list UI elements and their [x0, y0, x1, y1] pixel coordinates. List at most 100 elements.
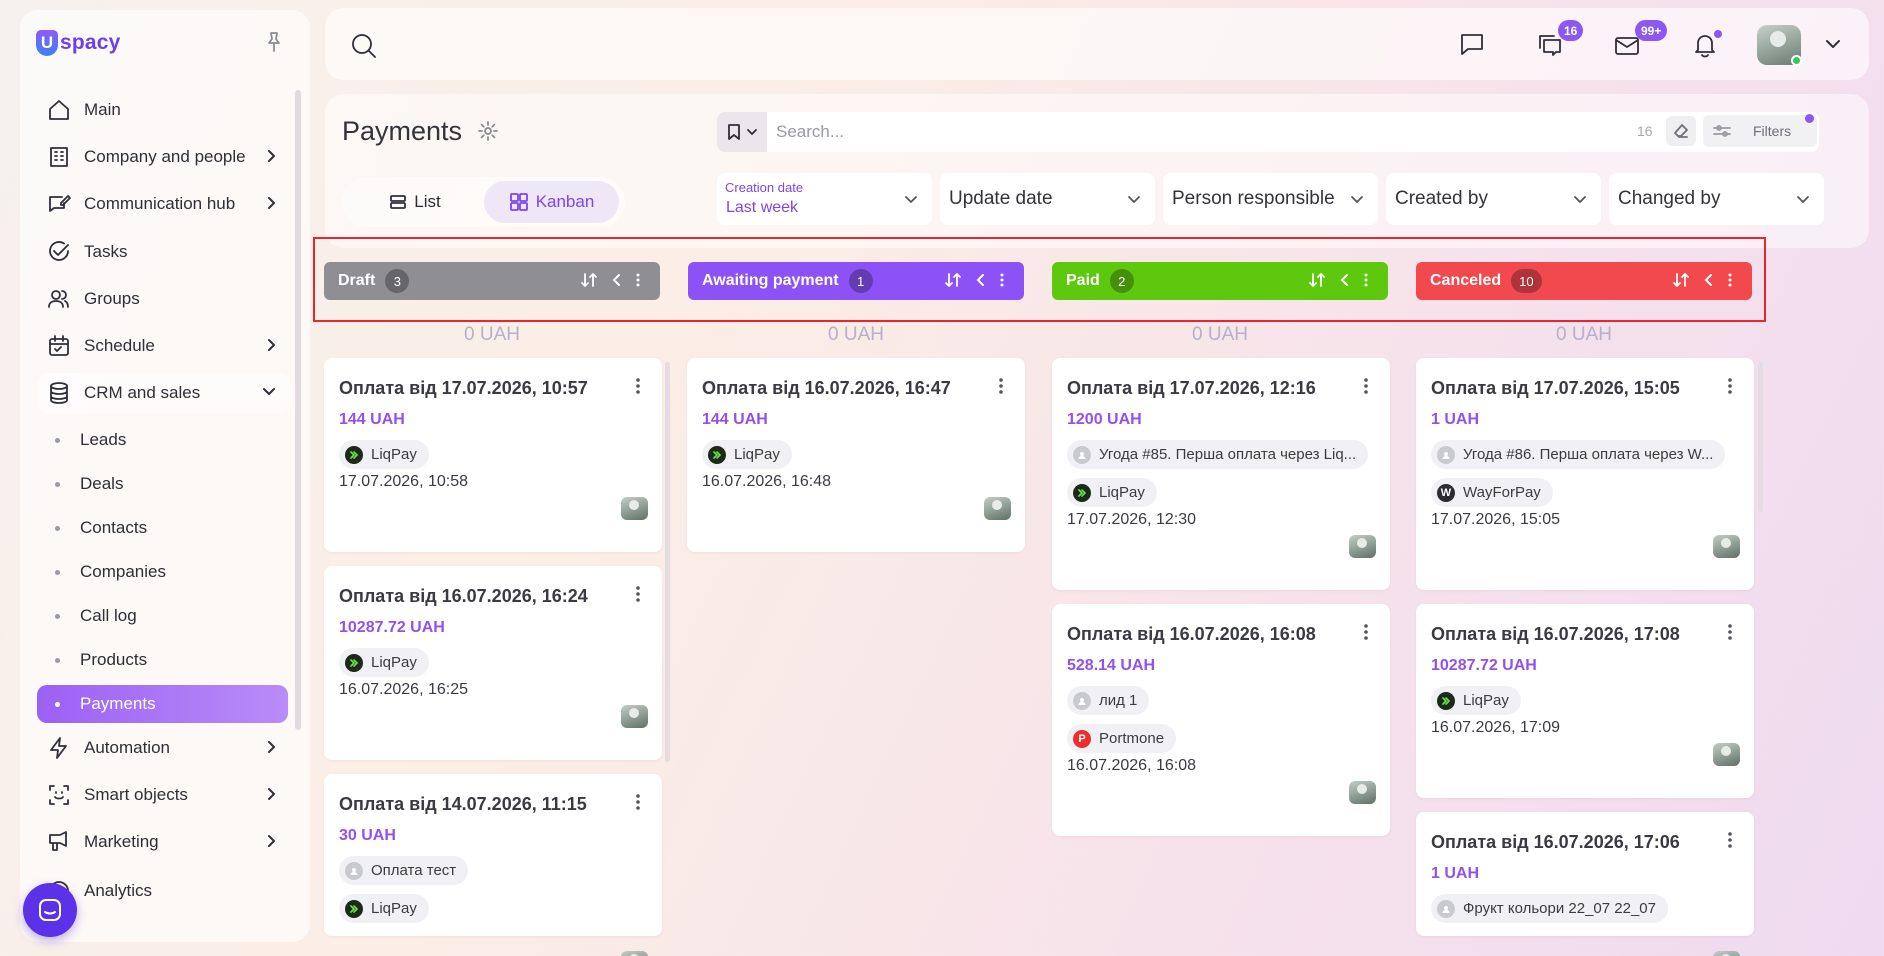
card-chip[interactable]: LiqPay [339, 440, 429, 469]
highlight-box [313, 237, 1766, 322]
chip-label: LiqPay [371, 654, 417, 671]
gear-icon[interactable] [477, 120, 499, 142]
support-chat-button[interactable] [23, 883, 77, 937]
pin-icon[interactable] [264, 31, 284, 53]
created-by-filter[interactable]: Created by [1386, 173, 1601, 225]
sidebar-subitem-label: Contacts [80, 518, 148, 537]
sliders-icon [1713, 125, 1731, 137]
sidebar-item-smart-objects[interactable]: Smart objects [38, 775, 290, 815]
assignee-avatar[interactable] [1349, 781, 1376, 804]
calendar-icon [44, 331, 74, 361]
sidebar-subitem-leads[interactable]: Leads [37, 421, 288, 459]
card-chip[interactable]: Угода #86. Перша оплата через W... [1431, 440, 1726, 469]
sidebar-item-label: Company and people [84, 147, 246, 166]
sidebar-subitem-contacts[interactable]: Contacts [37, 509, 288, 547]
column-scrollbar[interactable] [1758, 362, 1763, 512]
chevron-down-icon[interactable] [1825, 38, 1841, 50]
card-title: Оплата від 17.07.2026, 10:57 [339, 378, 588, 398]
payment-card[interactable]: Оплата від 16.07.2026, 16:47 144 UAH LiqPa… [687, 358, 1025, 552]
card-chip[interactable]: LiqPay [1067, 478, 1157, 507]
sidebar-item-main[interactable]: Main [38, 90, 290, 130]
card-amount: 30 UAH [339, 827, 396, 844]
more-vertical-icon[interactable] [636, 586, 640, 602]
sidebar-subitem-payments[interactable]: Payments [37, 685, 288, 723]
changed-by-filter[interactable]: Changed by [1609, 173, 1824, 225]
more-vertical-icon[interactable] [636, 794, 640, 810]
sidebar-subitem-products[interactable]: Products [37, 641, 288, 679]
contact-icon [1437, 899, 1455, 918]
update-date-filter[interactable]: Update date [940, 173, 1155, 225]
search-icon[interactable] [350, 32, 378, 60]
assignee-avatar[interactable] [1713, 743, 1740, 766]
search-input[interactable] [767, 112, 1819, 152]
sidebar-item-communication[interactable]: Communication hub [38, 184, 290, 224]
card-chip[interactable]: Фрукт кольори 22_07 22_07 [1431, 894, 1668, 923]
card-chip[interactable]: W WayForPay [1431, 478, 1553, 507]
sidebar-item-groups[interactable]: Groups [38, 279, 290, 319]
creation-date-filter[interactable]: Creation date Last week [717, 173, 932, 225]
payment-card[interactable]: Оплата від 17.07.2026, 10:57 144 UAH LiqPa… [324, 358, 662, 552]
uspacy-logo[interactable]: U spacy [36, 30, 121, 56]
liqpay-icon [708, 445, 726, 464]
notification-dot [1714, 30, 1722, 38]
sidebar-item-tasks[interactable]: Tasks [38, 232, 290, 272]
sidebar-subitem-label: Deals [80, 474, 124, 493]
person-responsible-filter[interactable]: Person responsible [1163, 173, 1378, 225]
card-chip[interactable]: LiqPay [702, 440, 792, 469]
card-title: Оплата від 17.07.2026, 12:16 [1067, 378, 1316, 398]
sidebar-item-automation[interactable]: Automation [38, 728, 290, 768]
more-vertical-icon[interactable] [1728, 378, 1732, 394]
more-vertical-icon[interactable] [1364, 624, 1368, 640]
more-vertical-icon[interactable] [1728, 624, 1732, 640]
megaphone-icon [44, 827, 74, 857]
card-chip[interactable]: P Portmone [1067, 724, 1177, 753]
payment-card[interactable]: Оплата від 17.07.2026, 12:16 1200 UAH Угод… [1052, 358, 1390, 590]
assignee-avatar[interactable] [1349, 535, 1376, 558]
assignee-avatar[interactable] [621, 705, 648, 728]
card-chip[interactable]: LiqPay [339, 648, 429, 677]
sidebar-subitem-label: Call log [80, 606, 137, 625]
contact-icon [1073, 445, 1091, 464]
assignee-avatar[interactable] [1713, 951, 1740, 956]
assignee-avatar[interactable] [1713, 535, 1740, 558]
card-amount: 1200 UAH [1067, 411, 1142, 428]
card-chip[interactable]: Угода #85. Перша оплата через Liq... [1067, 440, 1369, 469]
payment-card[interactable]: Оплата від 16.07.2026, 16:24 10287.72 UAH… [324, 566, 662, 760]
chevron-right-icon [266, 196, 276, 210]
sidebar-subitem-label: Payments [80, 694, 156, 713]
sidebar-item-crm[interactable]: CRM and sales [38, 373, 290, 413]
card-chip[interactable]: LiqPay [339, 894, 429, 923]
liqpay-icon [345, 445, 363, 464]
message-icon[interactable] [1458, 30, 1486, 58]
assignee-avatar[interactable] [621, 951, 648, 956]
more-vertical-icon[interactable] [999, 378, 1003, 394]
sidebar-subitem-deals[interactable]: Deals [37, 465, 288, 503]
payment-card[interactable]: Оплата від 16.07.2026, 17:06 1 UAH Фрукт к… [1416, 812, 1754, 956]
sidebar-item-schedule[interactable]: Schedule [38, 326, 290, 366]
more-vertical-icon[interactable] [636, 378, 640, 394]
card-chip[interactable]: LiqPay [1431, 686, 1521, 715]
sidebar-subitem-companies[interactable]: Companies [37, 553, 288, 591]
card-chip[interactable]: лид 1 [1067, 686, 1150, 715]
saved-filters-button[interactable] [717, 112, 767, 152]
list-view-button[interactable]: List [348, 181, 482, 223]
sidebar-subitem-call-log[interactable]: Call log [37, 597, 288, 635]
more-vertical-icon[interactable] [1364, 378, 1368, 394]
payment-card[interactable]: Оплата від 14.07.2026, 11:15 30 UAH Оплата… [324, 774, 662, 956]
payment-card[interactable]: Оплата від 16.07.2026, 16:08 528.14 UAH ли… [1052, 604, 1390, 836]
payment-card[interactable]: Оплата від 17.07.2026, 15:05 1 UAH Угода #… [1416, 358, 1754, 590]
payment-card[interactable]: Оплата від 16.07.2026, 17:08 10287.72 UAH… [1416, 604, 1754, 798]
card-chip[interactable]: Оплата тест [339, 856, 469, 885]
chevron-right-icon [266, 787, 276, 801]
clear-search-button[interactable] [1666, 116, 1696, 146]
assignee-avatar[interactable] [984, 497, 1011, 520]
more-vertical-icon[interactable] [1728, 832, 1732, 848]
sidebar-scrollbar[interactable] [295, 90, 301, 730]
sidebar-item-marketing[interactable]: Marketing [38, 822, 290, 862]
column-scrollbar[interactable] [665, 362, 670, 762]
filters-button[interactable]: Filters [1703, 115, 1817, 147]
chevron-down-icon [1573, 195, 1587, 204]
sidebar-item-company[interactable]: Company and people [38, 137, 290, 177]
kanban-view-button[interactable]: Kanban [484, 181, 619, 223]
assignee-avatar[interactable] [621, 497, 648, 520]
